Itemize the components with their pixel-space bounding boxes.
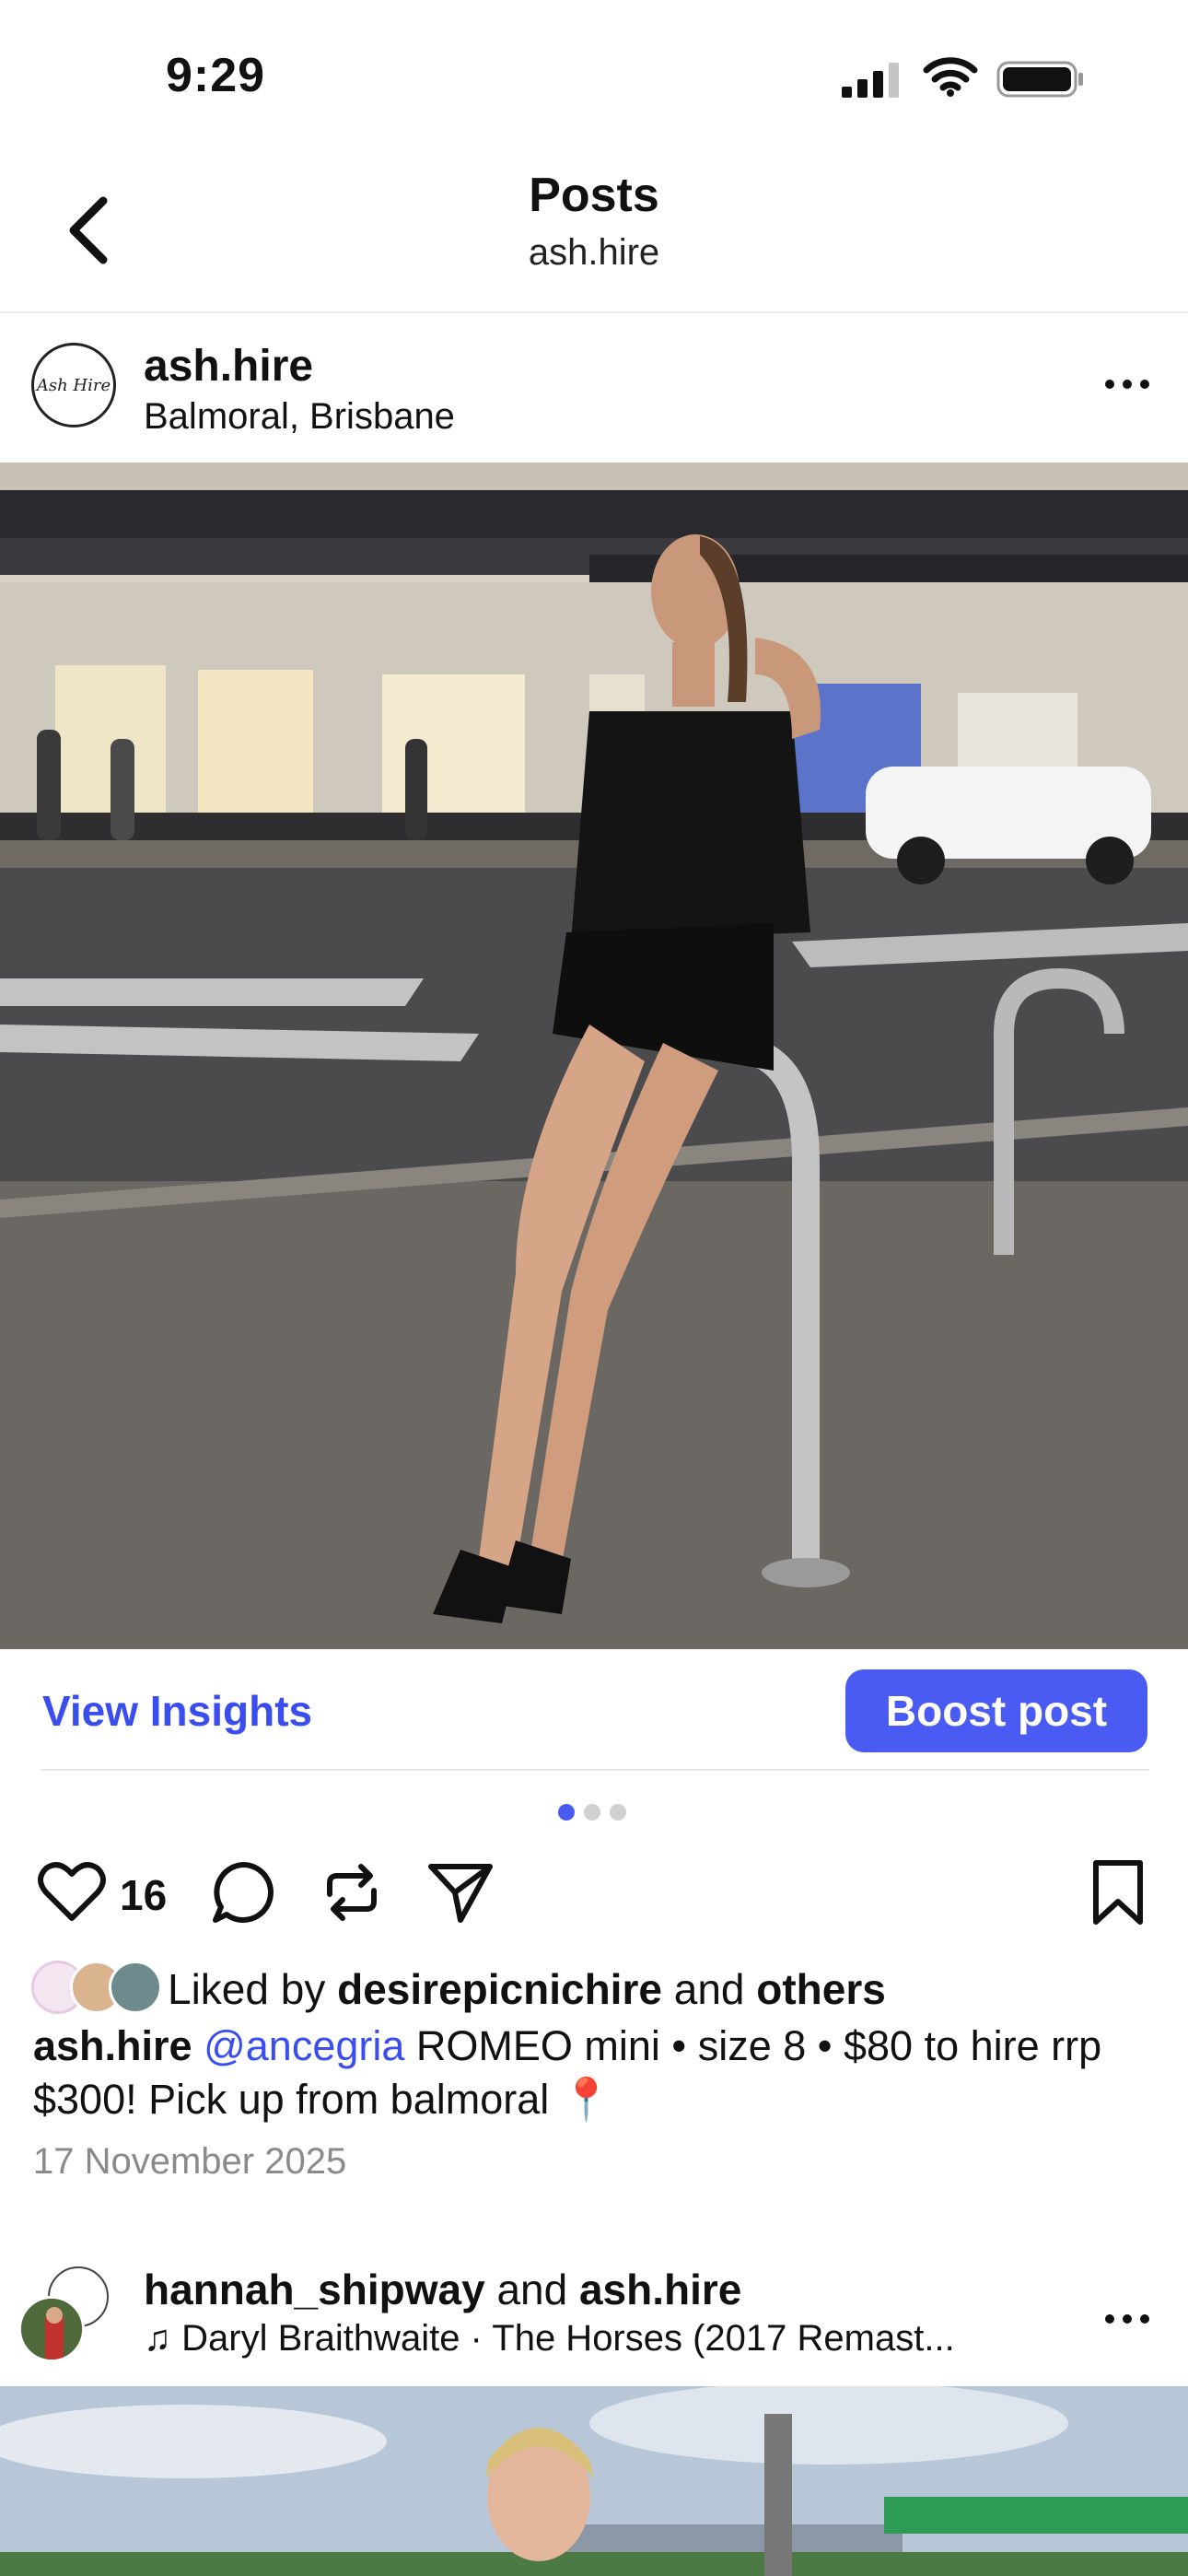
liked-by-and: and — [673, 1965, 745, 2013]
liked-by-others[interactable]: others — [756, 1965, 886, 2013]
view-insights-link[interactable]: View Insights — [42, 1686, 312, 1736]
racecourse-photo-illustration — [0, 2386, 1188, 2576]
carousel-dot — [610, 1804, 626, 1821]
avatar-photo — [21, 2299, 82, 2359]
caption-username[interactable]: ash.hire — [33, 2022, 192, 2069]
post-date: 17 November 2025 — [33, 2141, 347, 2182]
post-image[interactable] — [0, 463, 1188, 1649]
bookmark-icon[interactable] — [1083, 1857, 1153, 1927]
liked-by-row[interactable]: Liked by desirepicnichire and others — [31, 1955, 1173, 2020]
post-location[interactable]: Balmoral, Brisbane — [144, 396, 455, 438]
post2-audio[interactable]: ♫ Daryl Braithwaite · The Horses (2017 R… — [144, 2318, 955, 2359]
caption-mention[interactable]: @ancegria — [204, 2022, 404, 2069]
post-actions: 16 — [0, 1843, 1188, 1935]
page-title: Posts — [529, 169, 659, 222]
like-count[interactable]: 16 — [120, 1870, 167, 1920]
repost-icon[interactable] — [317, 1857, 387, 1927]
liked-by-text: Liked by desirepicnichire and others — [168, 1964, 886, 2014]
carousel-indicator — [558, 1804, 632, 1822]
post2-user1[interactable]: hannah_shipway — [144, 2266, 485, 2313]
more-options-icon[interactable] — [1100, 370, 1155, 398]
post2-usernames[interactable]: hannah_shipway and ash.hire — [144, 2265, 741, 2314]
divider — [41, 1769, 1149, 1771]
status-time: 9:29 — [166, 49, 266, 102]
nav-header: Posts ash.hire — [0, 157, 1188, 313]
post-header-2: hannah_shipway and ash.hire ♫ Daryl Brai… — [0, 2248, 1188, 2386]
liked-by-user[interactable]: desirepicnichire — [337, 1965, 662, 2013]
post2-and: and — [496, 2266, 568, 2313]
avatar[interactable] — [18, 2296, 85, 2362]
liked-by-prefix: Liked by — [168, 1965, 326, 2013]
insights-row: View Insights Boost post — [0, 1649, 1188, 1769]
carousel-dot-active — [558, 1804, 575, 1821]
liker-avatar — [109, 1961, 162, 2014]
street-photo-illustration — [0, 463, 1188, 1649]
carousel-dot — [584, 1804, 600, 1821]
battery-icon — [996, 61, 1083, 98]
post2-user2[interactable]: ash.hire — [579, 2266, 741, 2313]
comment-icon[interactable] — [208, 1857, 278, 1927]
page-subtitle: ash.hire — [528, 232, 660, 273]
post-image-2[interactable] — [0, 2386, 1188, 2576]
post-caption: ash.hire @ancegria ROMEO mini • size 8 •… — [33, 2020, 1166, 2126]
status-bar: 9:29 — [0, 0, 1188, 157]
avatar-logo-text: Ash Hire — [36, 375, 111, 395]
post-header: Ash Hire ash.hire Balmoral, Brisbane — [0, 315, 1188, 463]
share-send-icon[interactable] — [425, 1857, 495, 1927]
caption-text: ROMEO mini • size 8 • $80 to hire rrp $3… — [33, 2022, 1102, 2123]
post-username[interactable]: ash.hire — [144, 341, 313, 392]
boost-post-button[interactable]: Boost post — [845, 1669, 1147, 1752]
cellular-signal-icon — [842, 63, 899, 98]
heart-icon[interactable] — [37, 1857, 107, 1927]
wifi-icon — [923, 57, 978, 97]
avatar[interactable]: Ash Hire — [31, 343, 116, 427]
more-options-icon[interactable] — [1100, 2305, 1155, 2333]
